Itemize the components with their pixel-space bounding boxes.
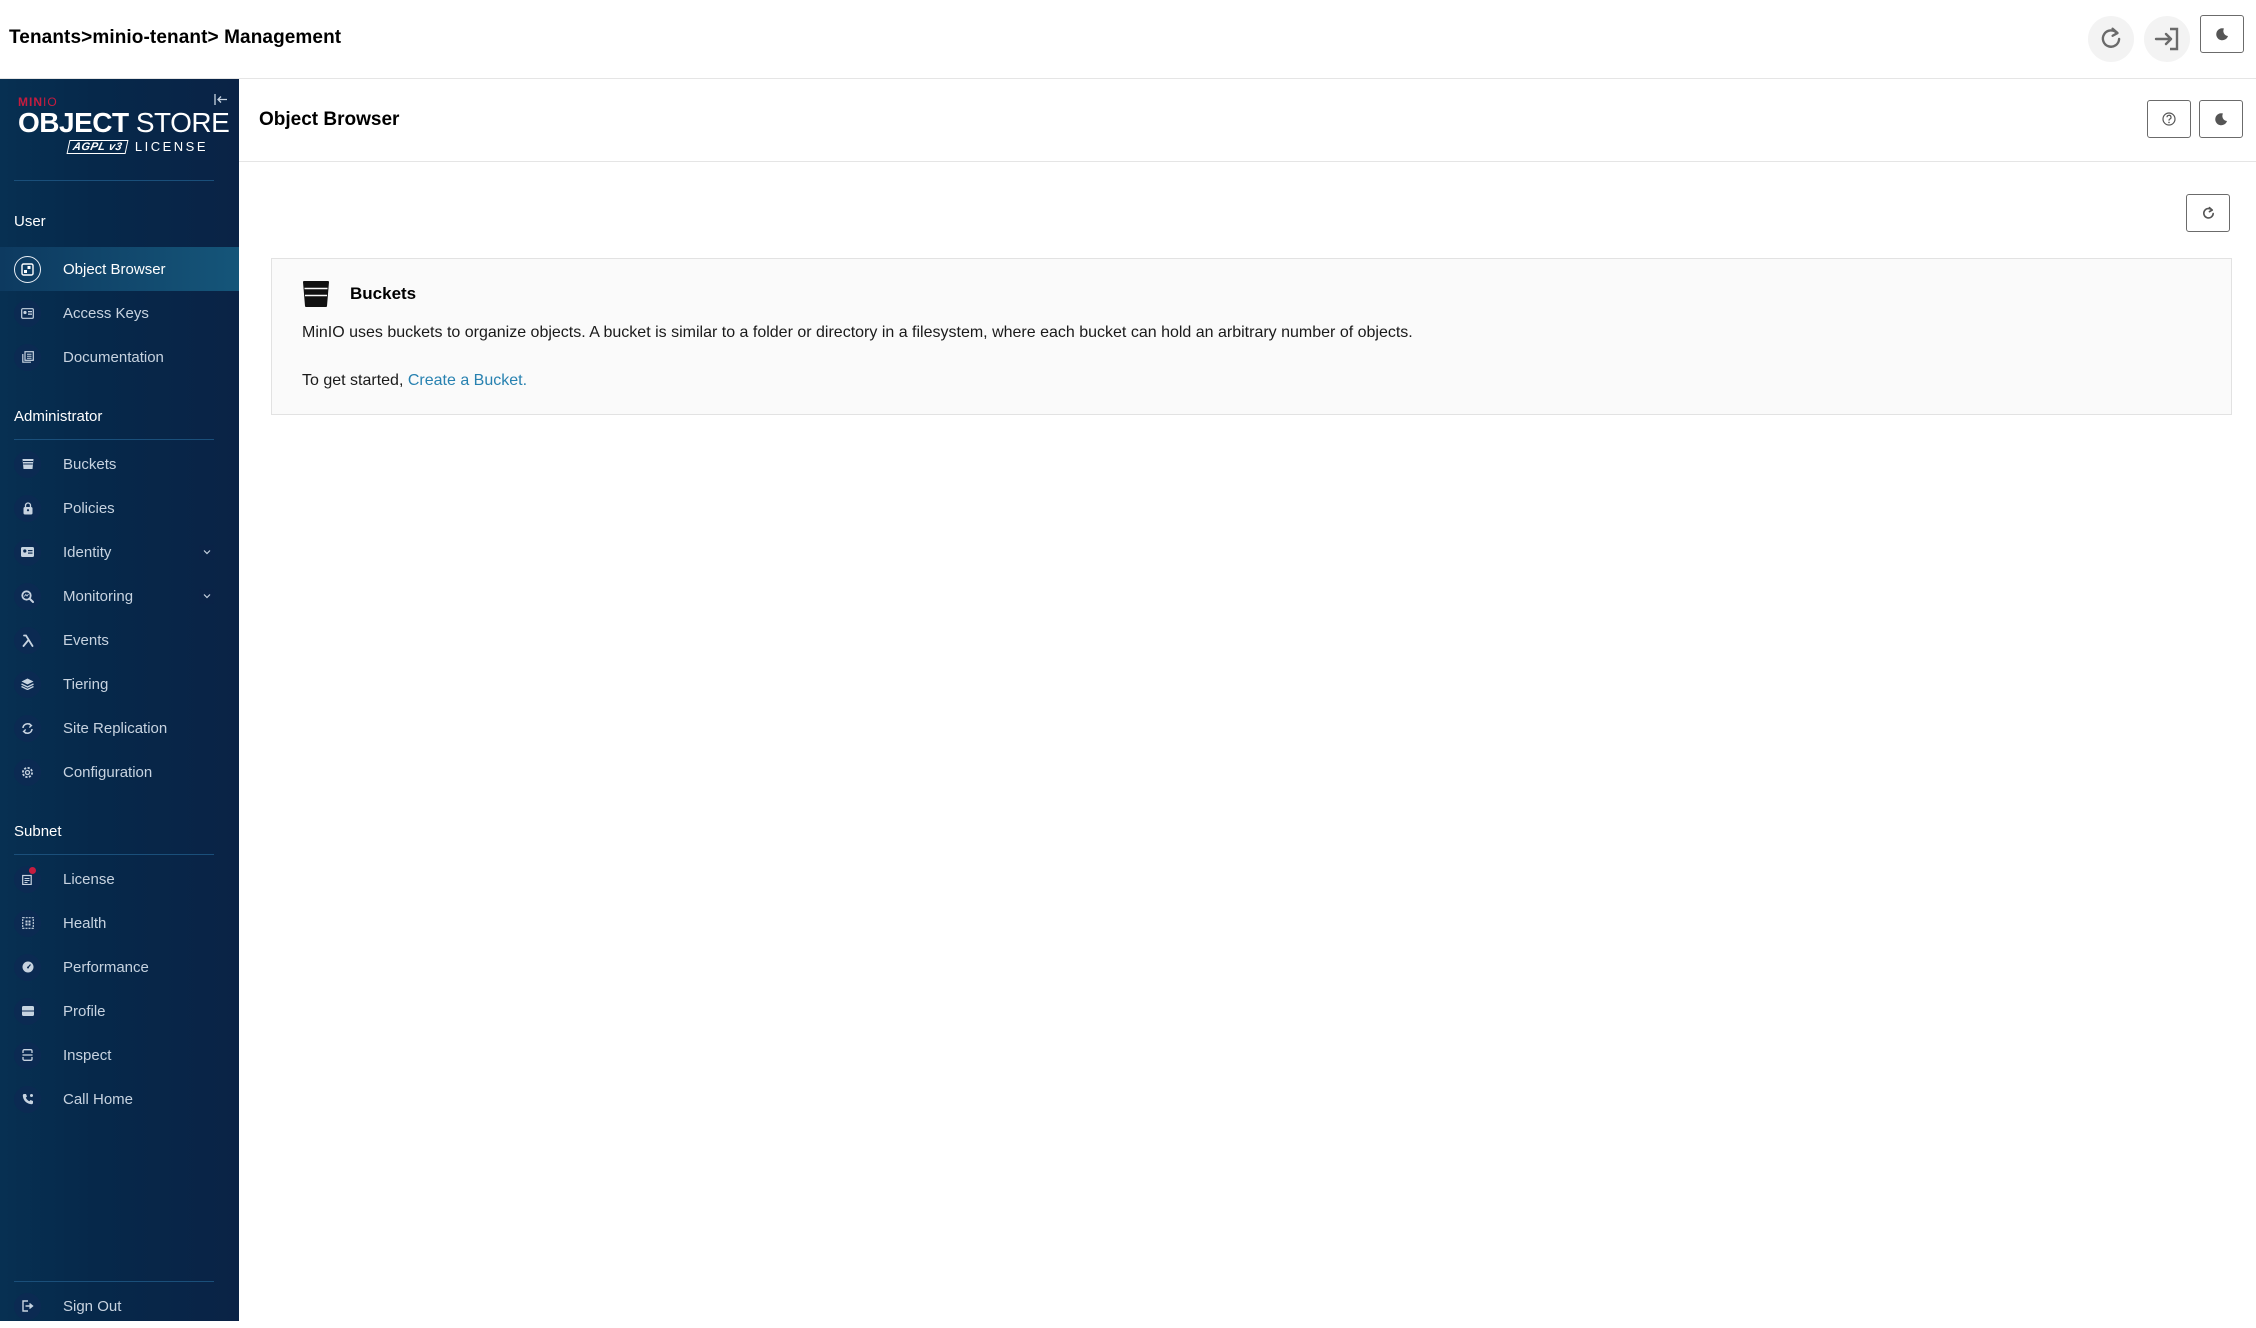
minio-logo[interactable]: MINIO OBJECT STORE AGPL v3 LICENSE — [18, 95, 230, 154]
refresh-button[interactable] — [2088, 16, 2134, 62]
refresh-icon — [2101, 27, 2121, 48]
sidebar-item-label: Configuration — [63, 763, 153, 781]
sidebar-item-label: Documentation — [63, 348, 164, 366]
sidebar-item-license[interactable]: License — [0, 857, 239, 901]
sidebar-item-monitoring[interactable]: Monitoring — [0, 574, 239, 618]
access-keys-icon — [21, 307, 34, 319]
sidebar-item-health[interactable]: Health — [0, 901, 239, 945]
sidebar: MINIO OBJECT STORE AGPL v3 LICENSE User … — [0, 79, 239, 1321]
theme-toggle-button[interactable] — [2200, 15, 2244, 53]
sidebar-item-label: Monitoring — [63, 587, 134, 605]
section-label-administrator: Administrator — [14, 408, 103, 425]
identity-card-icon — [21, 547, 34, 557]
cta-prefix: To get started, — [302, 372, 408, 389]
expand-monitoring-button[interactable] — [199, 588, 214, 604]
health-icon — [21, 917, 34, 929]
phone-icon — [22, 1094, 33, 1105]
monitoring-icon — [21, 589, 34, 603]
sidebar-item-label: Performance — [63, 958, 149, 976]
breadcrumb: Tenants>minio-tenant> Management — [9, 27, 342, 48]
card-description: MinIO uses buckets to organize objects. … — [302, 324, 1413, 341]
divider — [14, 180, 214, 181]
buckets-empty-state-card: Buckets MinIO uses buckets to organize o… — [271, 258, 2232, 415]
divider — [14, 1281, 214, 1282]
sidebar-item-label: Events — [63, 631, 109, 649]
logout-icon — [2154, 27, 2179, 51]
section-label-user: User — [14, 213, 46, 230]
help-button[interactable] — [2147, 100, 2191, 138]
sidebar-item-performance[interactable]: Performance — [0, 945, 239, 989]
speedometer-icon — [22, 961, 33, 973]
license-label: LICENSE — [134, 139, 208, 154]
sidebar-item-label: Call Home — [63, 1090, 134, 1108]
sidebar-item-tiering[interactable]: Tiering — [0, 662, 239, 706]
page-title: Object Browser — [259, 109, 400, 130]
sidebar-item-identity[interactable]: Identity — [0, 530, 239, 574]
sidebar-item-object-browser[interactable]: Object Browser — [0, 247, 239, 291]
sidebar-item-label: Site Replication — [63, 719, 168, 737]
sidebar-item-label: Access Keys — [63, 304, 149, 322]
chevron-down-icon — [203, 550, 210, 555]
documentation-icon — [21, 351, 34, 363]
help-icon — [2162, 112, 2176, 126]
moon-icon — [2216, 28, 2228, 41]
card-title: Buckets — [350, 284, 417, 303]
bucket-icon — [22, 459, 33, 469]
page-header: Object Browser — [239, 79, 2256, 162]
bucket-icon — [303, 281, 329, 307]
object-browser-icon — [21, 262, 34, 276]
top-header: Tenants>minio-tenant> Management — [0, 0, 2256, 79]
sidebar-item-label: Inspect — [63, 1046, 112, 1064]
sign-out-button[interactable]: Sign Out — [0, 1284, 239, 1328]
sidebar-item-documentation[interactable]: Documentation — [0, 335, 239, 379]
expand-identity-button[interactable] — [199, 544, 214, 560]
notification-badge — [29, 867, 36, 874]
moon-icon — [2215, 113, 2227, 126]
sidebar-item-buckets[interactable]: Buckets — [0, 442, 239, 486]
sidebar-item-policies[interactable]: Policies — [0, 486, 239, 530]
sidebar-item-label: Buckets — [63, 455, 117, 473]
refresh-icon — [2202, 206, 2214, 219]
chevron-down-icon — [203, 594, 210, 599]
policy-lock-icon — [23, 501, 32, 514]
sidebar-item-label: License — [63, 870, 115, 888]
sidebar-item-call-home[interactable]: Call Home — [0, 1077, 239, 1121]
refresh-buckets-button[interactable] — [2186, 194, 2230, 232]
gear-icon — [22, 766, 33, 778]
create-bucket-link[interactable]: Create a Bucket. — [408, 372, 527, 389]
sidebar-item-label: Identity — [63, 543, 112, 561]
sidebar-item-label: Tiering — [63, 675, 109, 693]
sign-out-icon — [21, 1300, 34, 1312]
agpl-badge: AGPL v3 — [66, 139, 129, 154]
section-label-subnet: Subnet — [14, 823, 62, 840]
sidebar-item-profile[interactable]: Profile — [0, 989, 239, 1033]
profile-icon — [21, 1006, 34, 1016]
logo-product-bold: OBJECT — [18, 107, 129, 138]
sidebar-item-label: Profile — [63, 1002, 106, 1020]
sidebar-item-access-keys[interactable]: Access Keys — [0, 291, 239, 335]
sidebar-item-configuration[interactable]: Configuration — [0, 750, 239, 794]
theme-toggle-button-secondary[interactable] — [2199, 100, 2243, 138]
sidebar-item-label: Health — [63, 914, 107, 932]
tiers-icon — [21, 678, 34, 690]
logout-button[interactable] — [2144, 16, 2190, 62]
lambda-icon — [22, 634, 33, 647]
license-icon — [22, 874, 32, 885]
divider — [14, 854, 214, 855]
sidebar-item-label: Object Browser — [63, 260, 166, 278]
sign-out-label: Sign Out — [63, 1297, 122, 1315]
divider — [14, 439, 214, 440]
sidebar-item-events[interactable]: Events — [0, 618, 239, 662]
sidebar-item-inspect[interactable]: Inspect — [0, 1033, 239, 1077]
logo-product-light: STORE — [128, 107, 230, 138]
inspect-icon — [22, 1049, 33, 1061]
sidebar-item-label: Policies — [63, 499, 115, 517]
replication-icon — [22, 722, 33, 734]
sidebar-item-site-replication[interactable]: Site Replication — [0, 706, 239, 750]
